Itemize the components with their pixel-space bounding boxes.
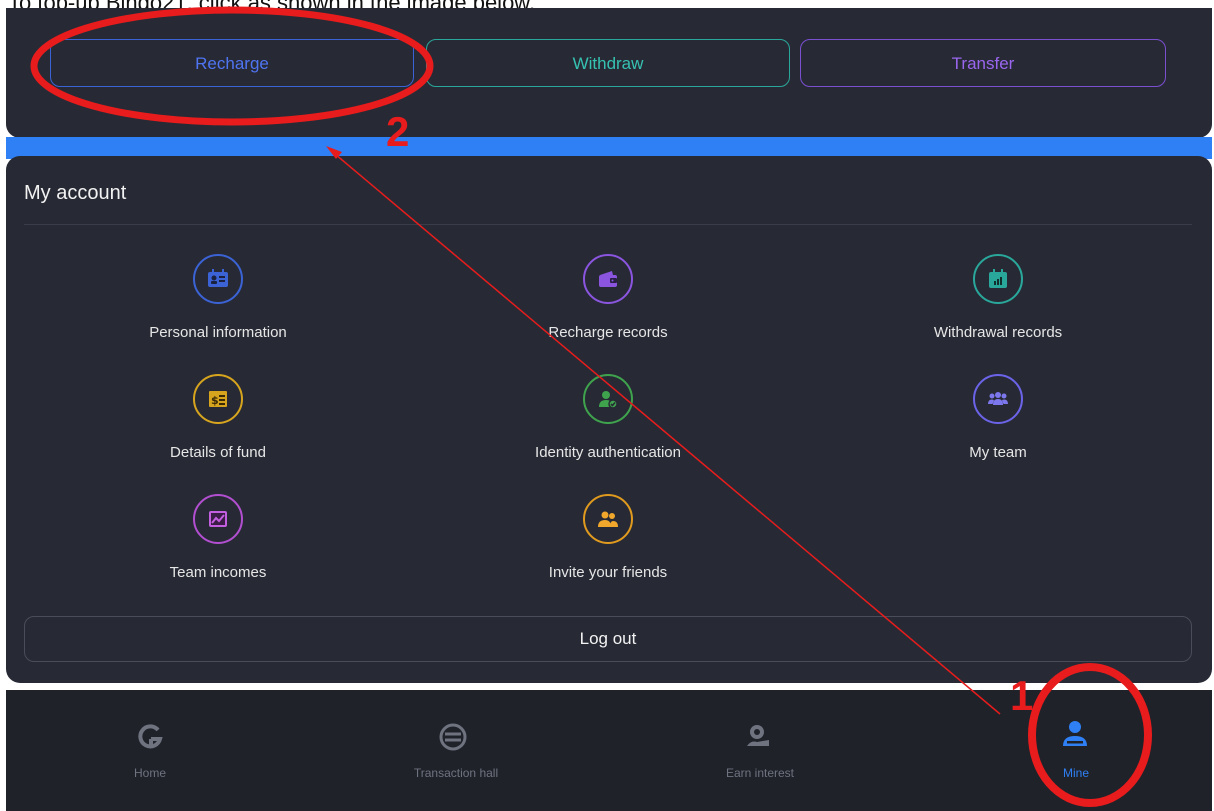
action-button-row: Recharge Withdraw Transfer bbox=[44, 39, 1168, 89]
annotation-number-2: 2 bbox=[386, 108, 410, 155]
item-label: Team incomes bbox=[169, 564, 267, 581]
calendar-chart-icon bbox=[973, 254, 1023, 304]
withdrawal-records-item[interactable]: Withdrawal records bbox=[805, 254, 1195, 354]
nav-label: Earn interest bbox=[725, 766, 795, 780]
transfer-button[interactable]: Transfer bbox=[800, 39, 1166, 87]
item-label: Invite your friends bbox=[548, 564, 668, 581]
annotation-number-1: 1 bbox=[1010, 672, 1034, 719]
svg-text:$: $ bbox=[211, 394, 219, 407]
id-card-icon bbox=[193, 254, 243, 304]
details-of-fund-item[interactable]: $ Details of fund bbox=[25, 374, 415, 474]
item-label: Withdrawal records bbox=[933, 324, 1063, 341]
recharge-button[interactable]: Recharge bbox=[50, 39, 414, 87]
item-label: Details of fund bbox=[170, 444, 266, 461]
user-check-icon bbox=[583, 374, 633, 424]
account-title: My account bbox=[24, 182, 127, 204]
team-incomes-item[interactable]: Team incomes bbox=[25, 494, 415, 594]
logout-button[interactable]: Log out bbox=[24, 616, 1192, 662]
invite-your-friends-item[interactable]: Invite your friends bbox=[415, 494, 805, 594]
bill-icon: $ bbox=[193, 374, 243, 424]
nav-label: Mine bbox=[1062, 766, 1089, 780]
withdraw-button[interactable]: Withdraw bbox=[426, 39, 790, 87]
recharge-records-item[interactable]: Recharge records bbox=[415, 254, 805, 354]
item-label: My team bbox=[969, 444, 1027, 461]
home-g-icon bbox=[138, 724, 163, 749]
nav-label: Transaction hall bbox=[413, 766, 499, 780]
account-panel: My account Personal information Recharge… bbox=[6, 156, 1212, 683]
wallet-icon bbox=[583, 254, 633, 304]
image-chart-icon bbox=[193, 494, 243, 544]
divider bbox=[24, 224, 1192, 225]
item-label: Personal information bbox=[149, 324, 287, 341]
exchange-icon bbox=[439, 723, 467, 751]
my-team-item[interactable]: My team bbox=[805, 374, 1195, 474]
user-icon bbox=[1063, 721, 1087, 746]
wallet-actions-panel: Recharge Withdraw Transfer bbox=[6, 8, 1212, 138]
nav-transaction-hall[interactable]: Transaction hall bbox=[306, 690, 606, 811]
personal-information-item[interactable]: Personal information bbox=[25, 254, 415, 354]
users-icon bbox=[583, 494, 633, 544]
group-icon bbox=[973, 374, 1023, 424]
nav-label: Home bbox=[133, 766, 166, 780]
item-label: Identity authentication bbox=[535, 444, 681, 461]
item-label: Recharge records bbox=[548, 324, 668, 341]
nav-home[interactable]: Home bbox=[6, 690, 306, 811]
nav-mine[interactable]: Mine bbox=[906, 690, 1206, 811]
identity-authentication-item[interactable]: Identity authentication bbox=[415, 374, 805, 474]
interest-icon bbox=[747, 725, 769, 746]
nav-earn-interest[interactable]: Earn interest bbox=[606, 690, 906, 811]
